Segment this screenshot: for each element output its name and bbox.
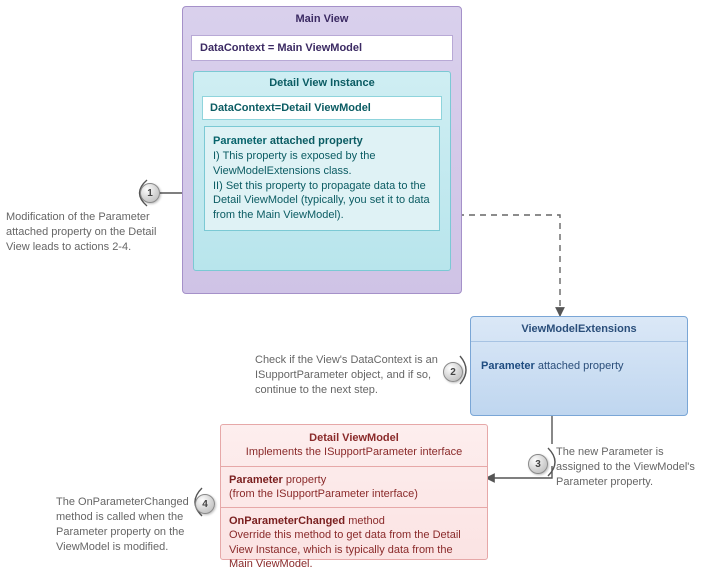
main-view-datacontext: DataContext = Main ViewModel xyxy=(191,35,453,61)
vmext-param-bold: Parameter xyxy=(481,360,535,372)
note-1: Modification of the Parameter attached p… xyxy=(6,210,176,255)
parameter-attached-property-box: Parameter attached property I) This prop… xyxy=(204,126,440,231)
dvm-parameter-bold: Parameter xyxy=(229,474,283,486)
dvm-opc-bold: OnParameterChanged xyxy=(229,515,345,527)
viewmodelextensions-box: ViewModelExtensions Parameter attached p… xyxy=(470,316,688,416)
dvm-parameter-note: (from the ISupportParameter interface) xyxy=(229,487,479,501)
note-4: The OnParameterChanged method is called … xyxy=(56,495,224,554)
diagram-canvas: Main View DataContext = Main ViewModel D… xyxy=(0,0,702,570)
step-badge-2: 2 xyxy=(443,362,463,382)
step-badge-3: 3 xyxy=(528,454,548,474)
dvm-opc-rest: method xyxy=(345,515,385,527)
param-heading-rest: attached property xyxy=(267,135,363,147)
dvm-subtitle: Implements the ISupportParameter interfa… xyxy=(227,445,481,459)
param-desc-2: II) Set this property to propagate data … xyxy=(213,179,431,224)
note-3: The new Parameter is assigned to the Vie… xyxy=(556,445,696,490)
step-badge-1: 1 xyxy=(140,183,160,203)
vmext-title: ViewModelExtensions xyxy=(471,317,687,342)
vmext-parameter-line: Parameter attached property xyxy=(481,360,677,372)
param-desc-1: I) This property is exposed by the ViewM… xyxy=(213,149,431,179)
detail-view-box: Detail View Instance DataContext=Detail … xyxy=(193,71,451,271)
dvm-title: Detail ViewModel xyxy=(227,431,481,445)
note-2: Check if the View's DataContext is an IS… xyxy=(255,353,440,398)
detail-view-datacontext: DataContext=Detail ViewModel xyxy=(202,96,442,120)
dvm-parameter-rest: property xyxy=(283,474,326,486)
main-view-box: Main View DataContext = Main ViewModel D… xyxy=(182,6,462,294)
main-view-title: Main View xyxy=(183,7,461,29)
dvm-opc-note: Override this method to get data from th… xyxy=(229,528,479,571)
detail-view-title: Detail View Instance xyxy=(194,72,450,92)
vmext-param-rest: attached property xyxy=(535,360,624,372)
param-heading-bold: Parameter xyxy=(213,135,267,147)
detail-viewmodel-box: Detail ViewModel Implements the ISupport… xyxy=(220,424,488,560)
